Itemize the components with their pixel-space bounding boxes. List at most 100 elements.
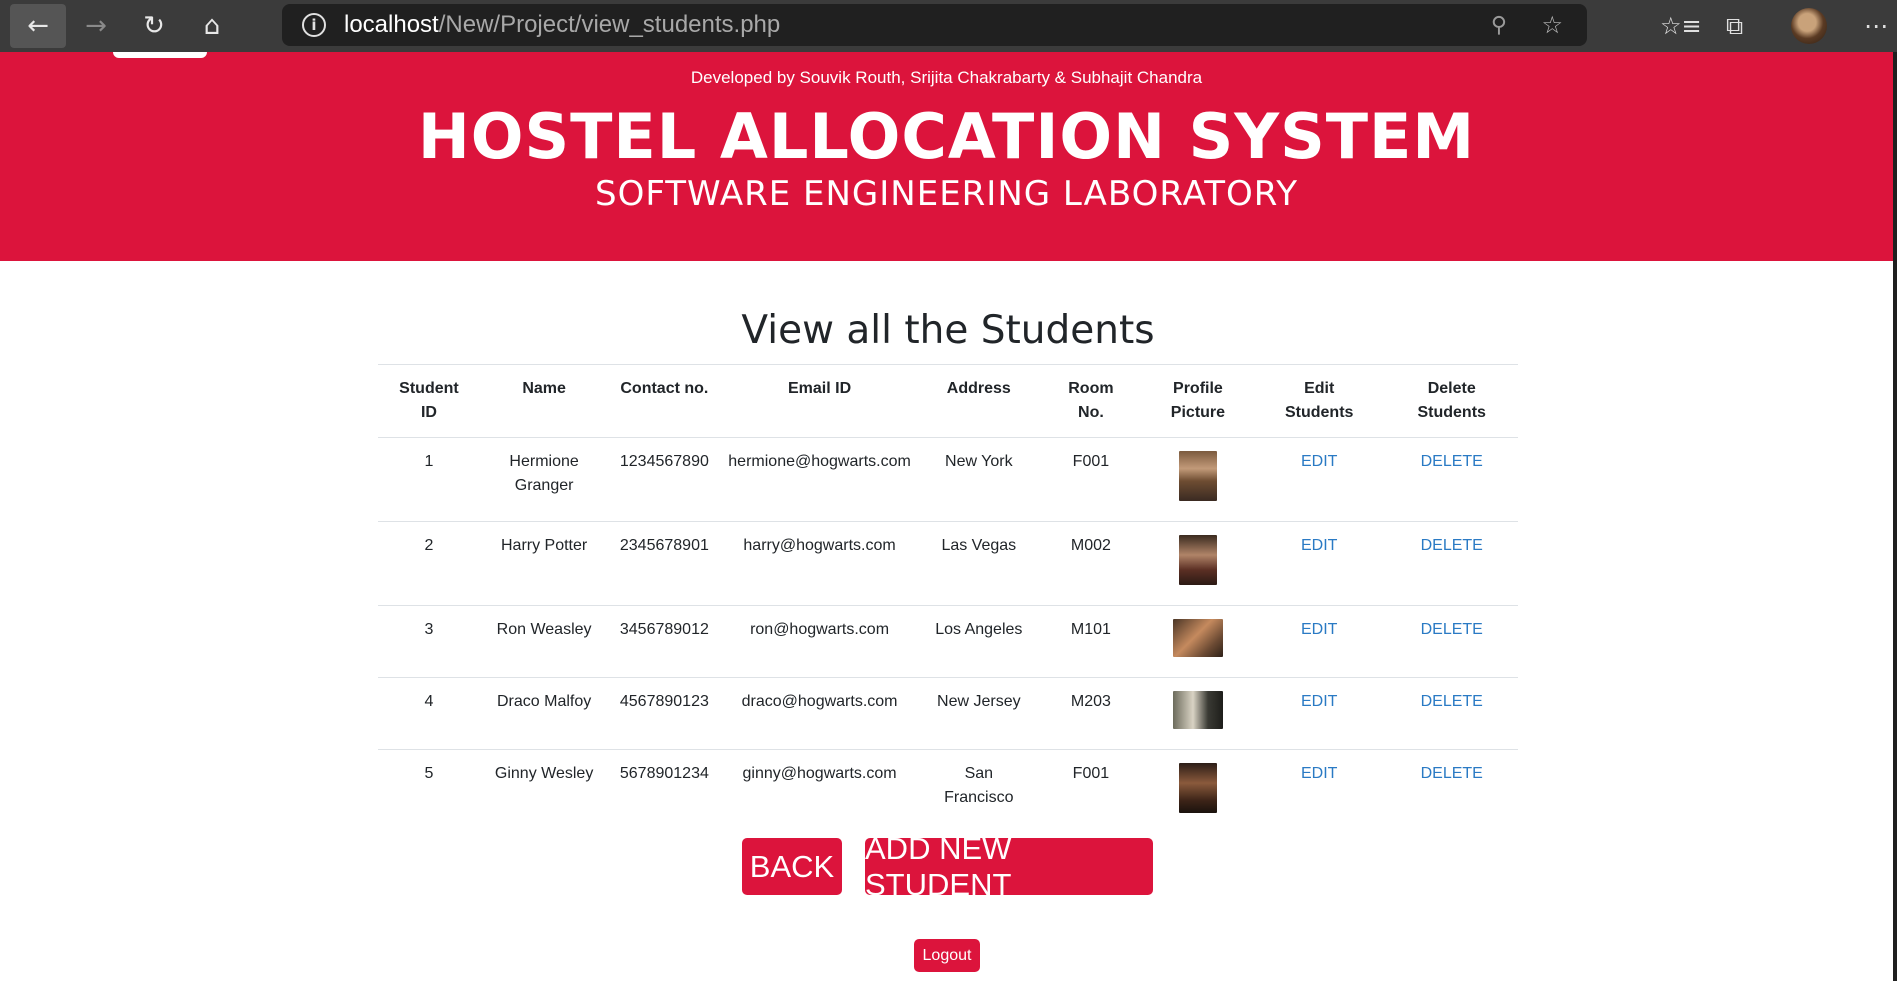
cell-address: Las Vegas <box>918 521 1039 606</box>
header-label: ID <box>420 404 437 421</box>
cell-profile-picture <box>1142 677 1253 750</box>
collections-icon[interactable]: ⧉ <box>1726 6 1743 46</box>
profile-picture <box>1178 451 1217 501</box>
edit-link[interactable]: EDIT <box>1301 693 1337 710</box>
cell-name: Draco Malfoy <box>479 677 609 750</box>
cell-room: F001 <box>1072 765 1110 782</box>
browser-toolbar: ← → ↻ ⌂ i localhost/New/Project/view_stu… <box>0 0 1897 52</box>
header-label: Student <box>399 380 459 397</box>
header-label: Students <box>1417 404 1486 421</box>
window-edge <box>1893 52 1897 981</box>
back-arrow-icon[interactable]: ← <box>10 4 66 48</box>
cell-address: Los Angeles <box>918 605 1039 678</box>
edit-link[interactable]: EDIT <box>1301 621 1337 638</box>
url-host: localhost <box>344 11 439 38</box>
edit-link[interactable]: EDIT <box>1301 537 1337 554</box>
cell-room: M002 <box>1038 521 1143 606</box>
cell-id: 3 <box>378 605 480 678</box>
cell-contact: 5678901234 <box>619 765 709 782</box>
header-label: Room <box>1068 380 1114 397</box>
refresh-icon[interactable]: ↻ <box>126 4 182 48</box>
site-info-icon[interactable]: i <box>302 13 326 37</box>
cell-profile-picture <box>1142 521 1253 606</box>
cell-name: Ginny Wesley <box>494 765 594 782</box>
table-row: 2 Harry Potter 2345678901 harry@hogwarts… <box>378 521 1518 606</box>
table-row: 1 Hermione Granger 1234567890 hermione@ho… <box>378 437 1518 522</box>
col-room: Room No. <box>1038 364 1143 438</box>
header-label: Delete <box>1427 380 1476 397</box>
cell-email: ron@hogwarts.com <box>720 605 919 678</box>
delete-link[interactable]: DELETE <box>1421 537 1483 554</box>
cell-email: draco@hogwarts.com <box>720 677 919 750</box>
zoom-icon[interactable]: ⚲ <box>1491 13 1507 38</box>
cell-edit: EDIT <box>1252 605 1386 678</box>
cell-edit: EDIT <box>1253 750 1385 834</box>
cell-name: Harry Potter <box>479 521 609 606</box>
profile-picture <box>1172 619 1223 657</box>
cell-edit: EDIT <box>1252 521 1386 606</box>
url-text[interactable]: localhost/New/Project/view_students.php <box>344 11 780 39</box>
forward-arrow-icon[interactable]: → <box>68 4 124 48</box>
cell-contact: 4567890123 <box>608 677 721 750</box>
cell-delete: DELETE <box>1385 521 1518 606</box>
url-path: /New/Project/view_students.php <box>438 11 781 38</box>
profile-picture <box>1178 535 1217 585</box>
table-row: 4 Draco Malfoy 4567890123 draco@hogwarts… <box>378 677 1518 750</box>
edit-link[interactable]: EDIT <box>1301 453 1337 470</box>
profile-avatar[interactable] <box>1791 6 1827 46</box>
header-label: No. <box>1078 404 1104 421</box>
col-profile-picture: Profile Picture <box>1142 364 1253 438</box>
students-table: Student ID Name Contact no. Email ID Addr… <box>378 364 1518 833</box>
cell-delete: DELETE <box>1385 605 1518 678</box>
col-delete: Delete Students <box>1385 364 1518 438</box>
delete-link[interactable]: DELETE <box>1421 765 1483 782</box>
site-banner: Developed by Souvik Routh, Srijita Chakr… <box>0 52 1893 261</box>
cell-contact: 1234567890 <box>608 437 721 522</box>
back-button[interactable]: BACK <box>742 838 842 895</box>
cell-address: San Francisco <box>919 750 1039 834</box>
banner-tab-decoration <box>113 52 207 58</box>
add-favorite-icon[interactable]: ☆ <box>1541 11 1563 39</box>
table-row: 5 Ginny Wesley 5678901234 ginny@hogwarts… <box>378 750 1518 834</box>
cell-profile-picture <box>1143 750 1253 834</box>
cell-room: M101 <box>1038 605 1143 678</box>
site-title: HOSTEL ALLOCATION SYSTEM <box>417 100 1476 173</box>
delete-link[interactable]: DELETE <box>1421 453 1483 470</box>
page-title: View all the Students <box>741 308 1155 353</box>
favorites-icon[interactable]: ☆≡ <box>1660 6 1702 46</box>
col-email: Email ID <box>720 364 919 438</box>
home-icon[interactable]: ⌂ <box>184 4 240 48</box>
address-bar[interactable]: i localhost/New/Project/view_students.ph… <box>282 4 1587 46</box>
col-contact: Contact no. <box>608 364 721 438</box>
cell-name: Ron Weasley <box>479 605 609 678</box>
cell-profile-picture <box>1142 437 1253 522</box>
developer-credits: Developed by Souvik Routh, Srijita Chakr… <box>690 68 1203 87</box>
table-header-row: Student ID Name Contact no. Email ID Addr… <box>378 364 1518 438</box>
profile-picture <box>1172 691 1223 729</box>
cell-profile-picture <box>1142 605 1253 678</box>
cell-id: 1 <box>378 437 480 522</box>
cell-delete: DELETE <box>1385 677 1518 750</box>
cell-email: hermione@hogwarts.com <box>720 437 919 522</box>
delete-link[interactable]: DELETE <box>1421 621 1483 638</box>
cell-room: F001 <box>1038 437 1143 522</box>
cell-email: harry@hogwarts.com <box>720 521 919 606</box>
more-menu-icon[interactable]: ⋯ <box>1864 6 1888 46</box>
cell-email: ginny@hogwarts.com <box>742 765 897 782</box>
cell-address: New York <box>918 437 1039 522</box>
logout-button[interactable]: Logout <box>914 939 980 972</box>
cell-name: Hermione Granger <box>479 437 609 522</box>
profile-picture <box>1178 763 1217 813</box>
address-text: Francisco <box>944 789 1014 806</box>
header-label: Picture <box>1170 404 1226 421</box>
table-row: 3 Ron Weasley 3456789012 ron@hogwarts.co… <box>378 605 1518 678</box>
cell-room: M203 <box>1038 677 1143 750</box>
delete-link[interactable]: DELETE <box>1421 693 1483 710</box>
cell-contact: 3456789012 <box>608 605 721 678</box>
add-new-student-button[interactable]: ADD NEW STUDENT <box>865 831 1153 902</box>
cell-delete: DELETE <box>1385 437 1518 522</box>
edit-link[interactable]: EDIT <box>1301 765 1337 782</box>
cell-delete: DELETE <box>1385 750 1518 834</box>
cell-edit: EDIT <box>1252 437 1386 522</box>
header-label: Profile <box>1173 380 1223 397</box>
